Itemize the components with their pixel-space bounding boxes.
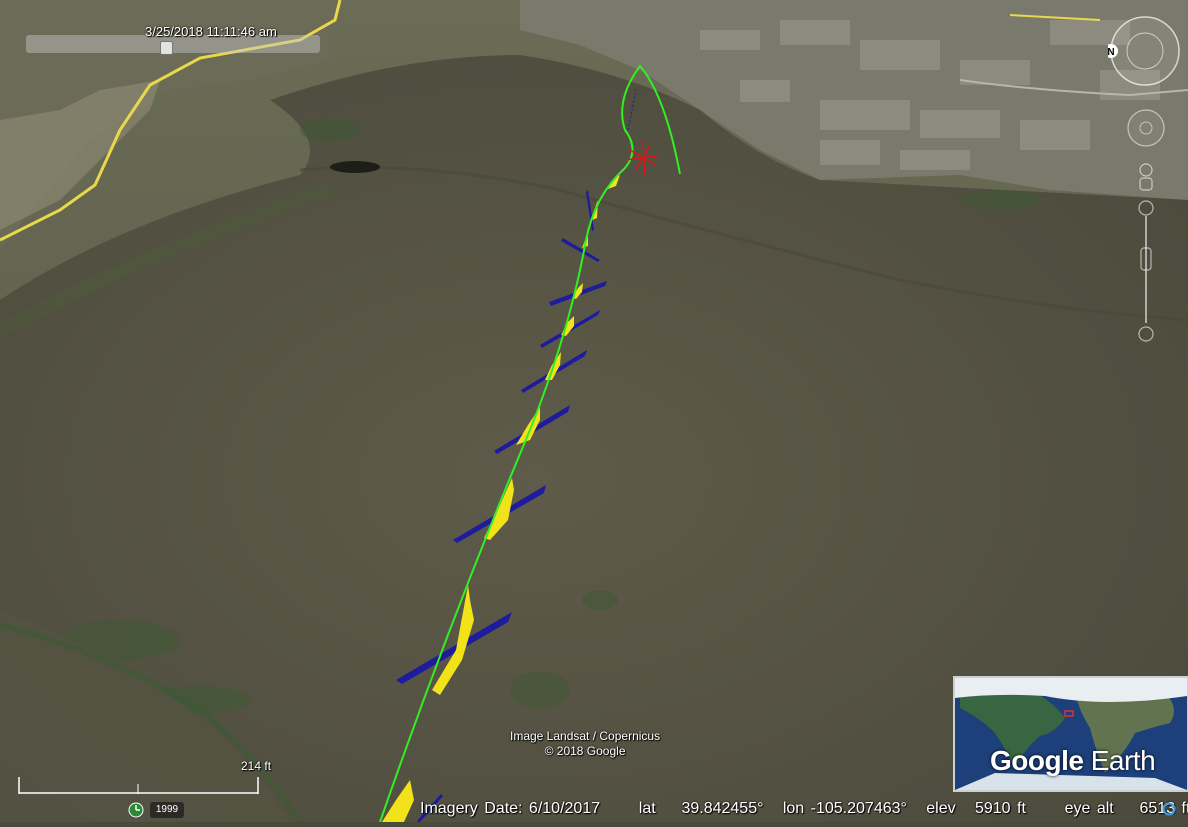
status-bar: Imagery Date: 6/10/2017 lat 39.842455° l… [420, 800, 1188, 818]
scale-bar-label: 214 ft [241, 759, 271, 773]
imagery-attribution: Image Landsat / Copernicus © 2018 Google [510, 729, 660, 759]
longitude-label: lon [783, 800, 804, 817]
elevation-label: elev [926, 800, 955, 817]
elevation-value: 5910 ft [975, 800, 1026, 817]
imagery-copyright: © 2018 Google [510, 744, 660, 759]
time-slider-label: 3/25/2018 11:11:46 am [145, 24, 277, 39]
shadow-patch [330, 161, 380, 173]
scale-bar [18, 772, 260, 796]
look-joystick-icon[interactable] [1128, 110, 1164, 146]
historical-imagery-year[interactable]: 1999 [150, 802, 184, 818]
eye-altitude-label: eye alt [1065, 800, 1114, 817]
google-earth-logo: Google Earth [990, 745, 1155, 777]
imagery-date: Imagery Date: 6/10/2017 [420, 800, 600, 817]
latitude-value: 39.842455° [681, 800, 763, 817]
pegman-icon[interactable] [1140, 164, 1152, 190]
historical-imagery-icon[interactable] [128, 802, 144, 818]
navigation-controls[interactable] [1124, 108, 1168, 348]
time-slider-handle[interactable] [160, 41, 173, 55]
compass-icon[interactable]: N [1108, 14, 1182, 88]
imagery-source: Image Landsat / Copernicus [510, 729, 660, 744]
longitude-value: -105.207463° [811, 800, 907, 817]
latitude-label: lat [639, 800, 656, 817]
zoom-slider-icon[interactable] [1139, 201, 1153, 341]
streaming-indicator-icon [1162, 802, 1176, 816]
svg-text:N: N [1108, 47, 1115, 58]
